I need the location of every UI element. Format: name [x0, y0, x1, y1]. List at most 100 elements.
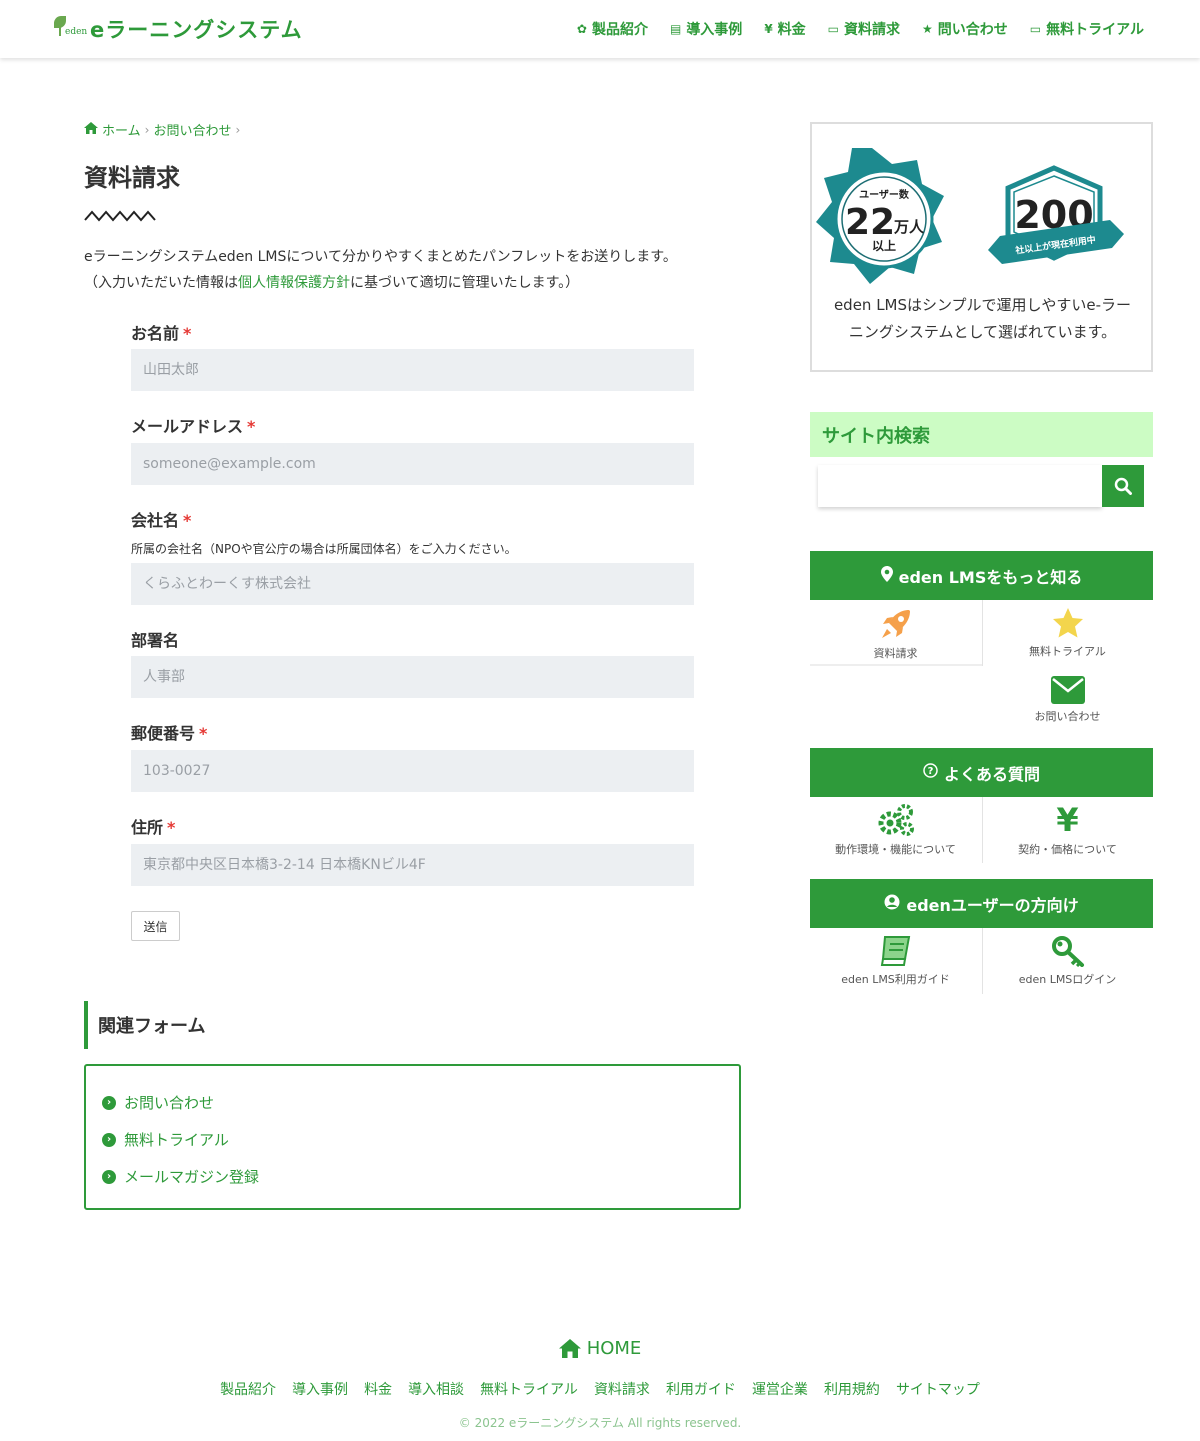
postal-code-input[interactable]: [131, 750, 694, 792]
nav-item-products[interactable]: ✿ 製品紹介: [577, 19, 648, 39]
tile-brochure[interactable]: 資料請求: [810, 607, 981, 661]
privacy-policy-link[interactable]: 個人情報保護方針: [238, 275, 350, 291]
footer-link-terms[interactable]: 利用規約: [824, 1379, 880, 1399]
footer-link-sitemap[interactable]: サイトマップ: [896, 1379, 980, 1399]
award-badges-icon: ユーザー数 22 万人 以上 200 社以上が現在利用中: [816, 148, 1124, 284]
company-help-text: 所属の会社名（NPOや官公庁の場合は所属団体名）をご入力ください。: [131, 542, 517, 556]
gear-icon: ✿: [576, 22, 587, 36]
zigzag-divider: [84, 210, 156, 222]
tile-pricing[interactable]: ¥ 契約・価格について: [982, 803, 1153, 857]
search-button[interactable]: [1102, 465, 1144, 507]
tile-user-guide[interactable]: eden LMS利用ガイド: [810, 935, 981, 987]
related-forms-title: 関連フォーム: [84, 1001, 205, 1049]
nav-item-brochure[interactable]: ▭ 資料請求: [828, 19, 900, 39]
name-input[interactable]: [131, 349, 694, 391]
footer-link-guide[interactable]: 利用ガイド: [666, 1379, 736, 1399]
tile-login[interactable]: eden LMSログイン: [982, 935, 1153, 987]
footer-link-pricing[interactable]: 料金: [364, 1379, 392, 1399]
logo-text: eラーニングシステム: [90, 18, 303, 42]
email-label: メールアドレス *: [131, 417, 256, 436]
company-input[interactable]: [131, 563, 694, 605]
site-search-input[interactable]: [818, 465, 1102, 507]
department-label: 部署名: [131, 631, 180, 650]
required-mark: *: [183, 511, 192, 530]
tile-divider: [982, 928, 983, 994]
id-card-icon: ▭: [827, 22, 840, 36]
faq-widget-title: ? よくある質問: [810, 748, 1153, 797]
question-circle-icon: ?: [923, 763, 938, 782]
required-mark: *: [199, 724, 208, 743]
svg-text:ユーザー数: ユーザー数: [859, 188, 910, 201]
award-caption: eden LMSはシンプルで運用しやすいe-ラーニングシステムとして選ばれていま…: [833, 296, 1132, 341]
nav-item-pricing[interactable]: ¥ 料金: [764, 19, 805, 39]
breadcrumb: ホーム › お問い合わせ ›: [84, 120, 240, 139]
envelope-icon: [1050, 676, 1085, 704]
svg-text:万人: 万人: [893, 218, 925, 236]
footer-link-cases[interactable]: 導入事例: [292, 1379, 348, 1399]
related-forms-box: › お問い合わせ › 無料トライアル › メールマガジン登録: [84, 1064, 741, 1210]
address-input[interactable]: [131, 844, 694, 886]
related-item-trial[interactable]: › 無料トライアル: [102, 1129, 229, 1150]
star-icon: [1052, 608, 1083, 638]
svg-text:?: ?: [928, 766, 934, 777]
home-icon: [558, 1339, 581, 1358]
learn-more-widget-title: eden LMSをもっと知る: [810, 551, 1153, 600]
yen-icon: ¥: [764, 22, 773, 36]
search-icon: [1114, 477, 1132, 495]
user-circle-icon: [884, 894, 900, 914]
id-card-icon: ▭: [1029, 22, 1042, 36]
related-item-contact[interactable]: › お問い合わせ: [102, 1092, 214, 1113]
building-icon: ▤: [669, 22, 682, 36]
rocket-icon: [881, 610, 910, 638]
footer-link-brochure[interactable]: 資料請求: [594, 1379, 650, 1399]
tile-divider: [982, 600, 983, 666]
tile-free-trial[interactable]: 無料トライアル: [982, 607, 1153, 659]
tile-shadow: [810, 664, 982, 666]
company-label: 会社名 *: [131, 511, 192, 530]
required-mark: *: [247, 417, 256, 436]
copyright: © 2022 eラーニングシステム All rights reserved.: [458, 1416, 742, 1430]
submit-button[interactable]: 送信: [131, 911, 180, 941]
email-input[interactable]: [131, 443, 694, 485]
intro-text: eラーニングシステムeden LMSについて分かりやすくまとめたパンフレットをお…: [84, 249, 677, 291]
main-nav: ✿ 製品紹介 ▤ 導入事例 ¥ 料金 ▭ 資料請求 ★ 問い合わせ ▭ 無料トラ…: [577, 19, 1144, 39]
required-mark: *: [183, 324, 192, 343]
svg-text:22: 22: [845, 202, 895, 243]
page-title: 資料請求: [84, 164, 180, 192]
chevron-right-icon: ›: [235, 122, 241, 137]
users-widget-title: edenユーザーの方向け: [810, 879, 1153, 928]
site-header: eden eラーニングシステム ✿ 製品紹介 ▤ 導入事例 ¥ 料金 ▭ 資料請…: [0, 0, 1200, 58]
nav-item-cases[interactable]: ▤ 導入事例: [670, 19, 742, 39]
chevron-circle-right-icon: ›: [102, 1132, 116, 1147]
related-item-newsletter[interactable]: › メールマガジン登録: [102, 1166, 259, 1187]
leaf-logo-icon: eden: [52, 14, 88, 44]
star-icon: ★: [922, 22, 933, 36]
nav-item-trial[interactable]: ▭ 無料トライアル: [1030, 19, 1144, 39]
gears-icon: [878, 804, 914, 836]
footer-link-trial[interactable]: 無料トライアル: [480, 1379, 578, 1399]
chevron-circle-right-icon: ›: [102, 1095, 116, 1110]
footer-link-company[interactable]: 運営企業: [752, 1379, 808, 1399]
footer-link-products[interactable]: 製品紹介: [220, 1379, 276, 1399]
breadcrumb-home[interactable]: ホーム: [102, 120, 141, 139]
name-label: お名前 *: [131, 324, 192, 343]
site-search-title: サイト内検索: [810, 412, 1153, 457]
nav-item-contact[interactable]: ★ 問い合わせ: [922, 19, 1008, 39]
tile-environment[interactable]: 動作環境・機能について: [810, 803, 981, 857]
footer-nav: 製品紹介 導入事例 料金 導入相談 無料トライアル 資料請求 利用ガイド 運営企…: [0, 1379, 1200, 1399]
svg-text:以上: 以上: [872, 238, 896, 253]
tile-contact[interactable]: お問い合わせ: [982, 676, 1153, 724]
map-marker-icon: [880, 565, 893, 586]
breadcrumb-contact[interactable]: お問い合わせ: [153, 120, 231, 139]
home-icon: [84, 121, 98, 138]
footer-link-consultation[interactable]: 導入相談: [408, 1379, 464, 1399]
tile-divider: [982, 797, 983, 863]
book-icon: [880, 936, 910, 966]
footer-home-link[interactable]: HOME: [0, 1338, 1200, 1359]
site-logo[interactable]: eden eラーニングシステム: [52, 14, 303, 44]
department-input[interactable]: [131, 656, 694, 698]
address-label: 住所 *: [131, 818, 176, 837]
postal-code-label: 郵便番号 *: [131, 724, 208, 743]
required-mark: *: [167, 818, 176, 837]
yen-icon: ¥: [1056, 801, 1079, 839]
